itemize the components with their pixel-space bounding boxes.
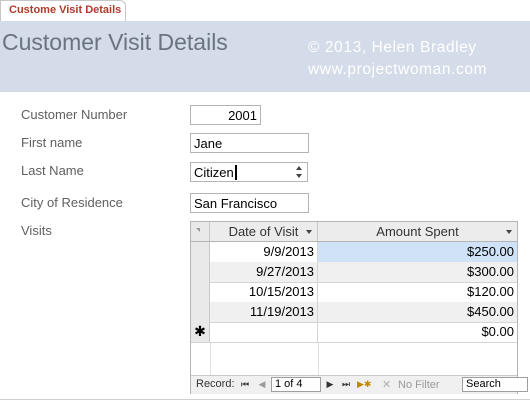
- no-filter-button[interactable]: ✕ No Filter: [382, 377, 452, 392]
- form-header: Customer Visit Details © 2013, Helen Bra…: [0, 21, 530, 92]
- next-record-icon[interactable]: ▶: [325, 379, 335, 391]
- credit-line-website: www.projectwoman.com: [308, 61, 488, 78]
- copyright-credit: © 2013, Helen Bradley www.projectwoman.c…: [308, 37, 487, 81]
- first-name-field[interactable]: Jane: [190, 133, 309, 153]
- table-row[interactable]: 9/27/2013 $300.00: [191, 262, 517, 283]
- no-filter-label: No Filter: [398, 379, 440, 391]
- column-dropdown-icon[interactable]: [306, 230, 312, 234]
- city-field[interactable]: San Francisco: [190, 193, 309, 213]
- spin-up-icon[interactable]: [296, 166, 302, 170]
- city-label: City of Residence: [21, 195, 123, 210]
- record-navigation-bar: Record: ⏮ ◀ 1 of 4 ▶ ⏭ ▶✱ ✕ No Filter Sea…: [191, 375, 528, 394]
- amount-spent-cell[interactable]: $120.00: [318, 282, 517, 302]
- current-record-box[interactable]: 1 of 4: [271, 377, 321, 392]
- visits-label: Visits: [21, 223, 52, 238]
- document-tab-bar: Custome Visit Details: [0, 0, 530, 22]
- column-header-label: Date of Visit: [228, 224, 299, 239]
- page-title: Customer Visit Details: [2, 29, 228, 55]
- amount-spent-cell[interactable]: $0.00: [318, 322, 517, 342]
- select-all-icon: [196, 228, 200, 232]
- datasheet-header-row: Date of Visit Amount Spent: [191, 222, 517, 242]
- table-row[interactable]: 9/9/2013 $250.00: [191, 242, 517, 263]
- customer-number-label: Customer Number: [21, 107, 128, 122]
- table-row[interactable]: 11/19/2013 $450.00: [191, 302, 517, 323]
- city-value: San Francisco: [194, 196, 278, 211]
- tab-label: Custome Visit Details: [9, 4, 122, 16]
- last-name-field[interactable]: Citizen: [190, 162, 293, 182]
- visits-subform-datasheet[interactable]: Date of Visit Amount Spent 9/9/2013 $250…: [190, 221, 528, 394]
- tab-customer-visit-details[interactable]: Custome Visit Details: [0, 0, 126, 21]
- table-row[interactable]: 10/15/2013 $120.00: [191, 282, 517, 303]
- record-selector[interactable]: [191, 242, 210, 262]
- amount-spent-cell[interactable]: $300.00: [318, 262, 517, 282]
- record-selector[interactable]: [191, 302, 210, 322]
- column-dropdown-icon[interactable]: [506, 230, 512, 234]
- new-record-icon[interactable]: ✱: [191, 322, 210, 342]
- column-header-label: Amount Spent: [376, 224, 459, 239]
- text-cursor: [234, 165, 237, 180]
- last-name-label: Last Name: [21, 163, 84, 178]
- first-name-value: Jane: [194, 136, 223, 151]
- form-bottom-divider: [0, 399, 530, 400]
- record-label: Record:: [196, 378, 235, 390]
- previous-record-icon[interactable]: ◀: [257, 379, 267, 391]
- date-of-visit-cell[interactable]: [210, 322, 318, 342]
- date-of-visit-cell[interactable]: 11/19/2013: [210, 302, 318, 322]
- new-record-row[interactable]: ✱ $0.00: [191, 322, 517, 343]
- credit-line-copyright: © 2013, Helen Bradley: [308, 39, 477, 56]
- column-divider: [210, 343, 211, 375]
- column-header-amount-spent[interactable]: Amount Spent: [318, 222, 517, 241]
- customer-number-value: 2001: [228, 108, 257, 123]
- record-selector[interactable]: [191, 282, 210, 302]
- column-divider: [318, 343, 319, 375]
- amount-spent-cell[interactable]: $250.00: [318, 242, 517, 262]
- date-of-visit-cell[interactable]: 10/15/2013: [210, 282, 318, 302]
- date-of-visit-cell[interactable]: 9/27/2013: [210, 262, 318, 282]
- first-name-label: First name: [21, 135, 83, 150]
- date-of-visit-cell[interactable]: 9/9/2013: [210, 242, 318, 262]
- spin-down-icon[interactable]: [296, 174, 302, 178]
- column-header-date-of-visit[interactable]: Date of Visit: [210, 222, 318, 241]
- customer-number-field[interactable]: 2001: [190, 105, 261, 125]
- amount-spent-cell[interactable]: $450.00: [318, 302, 517, 322]
- first-record-icon[interactable]: ⏮: [240, 379, 250, 391]
- filter-off-icon: ✕: [382, 378, 392, 391]
- select-all-corner[interactable]: [191, 222, 210, 241]
- last-record-icon[interactable]: ⏭: [341, 379, 351, 391]
- record-selector[interactable]: [191, 262, 210, 282]
- search-input[interactable]: Search: [462, 377, 528, 392]
- last-name-spinner[interactable]: [292, 162, 308, 182]
- last-name-value: Citizen: [194, 165, 234, 180]
- new-record-icon[interactable]: ▶✱: [357, 379, 371, 391]
